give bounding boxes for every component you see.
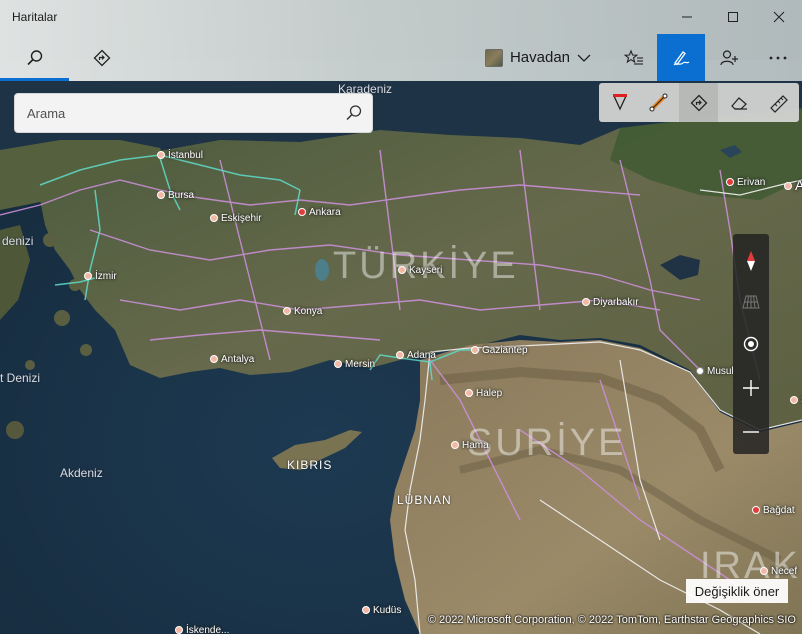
app-chrome: Haritalar Havadan — [0, 0, 802, 81]
zoom-in-button[interactable] — [733, 368, 769, 408]
aerial-thumbnail-icon — [484, 48, 503, 67]
zoom-out-button[interactable] — [733, 412, 769, 452]
location-target-icon — [743, 336, 759, 352]
search-icon — [26, 49, 42, 65]
country-label-kibris: KIBRIS — [287, 458, 333, 472]
search-box — [14, 93, 373, 133]
ruler-button[interactable] — [759, 83, 798, 122]
directions-icon — [690, 94, 707, 111]
pen-ink-icon — [673, 50, 690, 65]
maximize-icon — [728, 12, 738, 22]
more-options-button[interactable] — [753, 34, 802, 81]
city-konya[interactable]: Konya — [283, 306, 322, 317]
country-label-lubnan: LÜBNAN — [397, 493, 452, 507]
city-mersin[interactable]: Mersin — [334, 359, 375, 370]
search-input[interactable] — [15, 94, 335, 132]
my-location-button[interactable] — [733, 324, 769, 364]
edge-label-s: S — [790, 395, 802, 406]
city-diyarbakir[interactable]: Diyarbakır — [582, 297, 639, 308]
sea-label-ege-2: t Denizi — [0, 371, 41, 385]
city-iskenderiye[interactable]: İskende... — [175, 625, 229, 634]
search-tab-indicator — [0, 78, 69, 81]
measure-distance-icon — [649, 93, 667, 111]
ballpoint-pen-icon — [612, 93, 627, 111]
city-eskisehir[interactable]: Eskişehir — [210, 213, 262, 224]
more-dots-icon — [769, 56, 786, 59]
ruler-icon — [769, 94, 788, 113]
ink-toolbar — [599, 83, 799, 122]
copyright-notice: © 2022 Microsoft Corporation, © 2022 Tom… — [427, 614, 796, 626]
tilt-button[interactable] — [733, 282, 769, 322]
eraser-button[interactable] — [719, 83, 758, 122]
city-halep[interactable]: Halep — [465, 388, 502, 399]
suggest-change-button[interactable]: Değişiklik öner — [686, 579, 788, 603]
sea-label-ege: denizi — [2, 234, 34, 248]
city-erivan[interactable]: Erivan — [726, 177, 765, 188]
city-adana[interactable]: Adana — [396, 350, 436, 361]
add-person-icon — [720, 49, 738, 65]
close-button[interactable] — [756, 0, 802, 34]
city-bagdat[interactable]: Bağdat — [752, 505, 795, 516]
tilt-grid-icon — [742, 295, 760, 309]
directions-tab[interactable] — [69, 34, 135, 81]
compass-button[interactable] — [733, 240, 769, 282]
star-list-icon — [623, 49, 643, 65]
edge-label-a: A — [784, 177, 802, 193]
search-icon[interactable] — [345, 104, 363, 122]
main-toolbar: Havadan — [0, 34, 802, 81]
map-style-dropdown[interactable]: Havadan — [478, 34, 598, 81]
directions-icon — [93, 49, 111, 66]
city-hama[interactable]: Hama — [451, 440, 489, 451]
title-bar: Haritalar — [0, 0, 802, 34]
maximize-button[interactable] — [710, 0, 756, 34]
eraser-icon — [730, 96, 747, 110]
chevron-down-icon — [577, 54, 591, 62]
city-musul[interactable]: Musul — [696, 366, 734, 377]
city-antalya[interactable]: Antalya — [210, 354, 254, 365]
close-icon — [773, 11, 785, 23]
ink-directions-button[interactable] — [679, 83, 718, 122]
country-label-suriye: SURİYE — [467, 422, 627, 464]
favorites-button[interactable] — [610, 34, 657, 81]
city-izmir[interactable]: İzmir — [84, 271, 117, 282]
plus-icon — [743, 380, 759, 396]
city-istanbul[interactable]: İstanbul — [157, 150, 203, 161]
sign-in-button[interactable] — [705, 34, 753, 81]
map-controls — [733, 234, 769, 454]
search-tab[interactable] — [0, 34, 69, 81]
city-kudus[interactable]: Kudüs — [362, 605, 401, 616]
compass-icon — [747, 251, 755, 271]
city-necef[interactable]: Necef — [760, 566, 797, 577]
ink-toolbar-button[interactable] — [657, 34, 705, 81]
window-title: Haritalar — [12, 10, 58, 24]
sea-label-akdeniz: Akdeniz — [60, 466, 103, 480]
measure-distance-button[interactable] — [639, 83, 678, 122]
ballpoint-pen-button[interactable] — [600, 83, 639, 122]
city-gaziantep[interactable]: Gaziantep — [471, 345, 528, 356]
city-ankara[interactable]: Ankara — [298, 207, 341, 218]
minus-icon — [743, 431, 759, 433]
city-bursa[interactable]: Bursa — [157, 190, 194, 201]
minimize-icon — [682, 16, 692, 18]
city-kayseri[interactable]: Kayseri — [398, 265, 442, 276]
minimize-button[interactable] — [664, 0, 710, 34]
map-style-label: Havadan — [509, 49, 571, 66]
